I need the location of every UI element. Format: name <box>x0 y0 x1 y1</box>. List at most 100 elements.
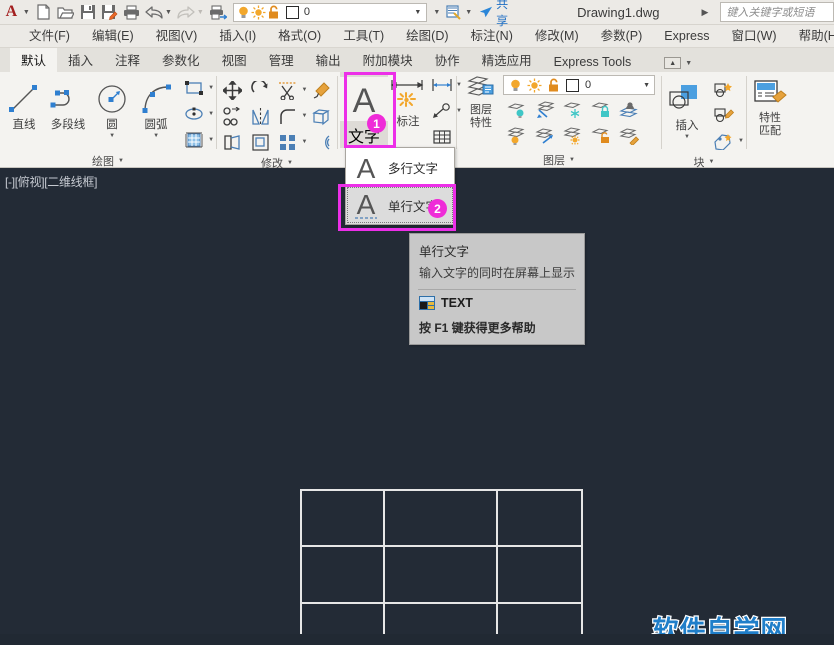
redo-icon[interactable] <box>175 1 197 24</box>
menu-file[interactable]: 文件(F) <box>18 25 81 48</box>
attribute-dropdown-icon[interactable]: ▼ <box>738 138 744 144</box>
layer-unlock-button[interactable] <box>587 123 615 149</box>
layer-on-bulb-icon[interactable] <box>236 5 251 20</box>
insert-block-button[interactable]: 插入 ▼ <box>664 76 710 154</box>
modify-copy-button[interactable] <box>219 103 247 129</box>
layer-unlock-icon[interactable] <box>266 5 281 20</box>
ribbon-minimize-control[interactable]: ▲ ▼ <box>664 57 692 72</box>
redo-dropdown-icon[interactable]: ▼ <box>197 9 204 16</box>
draw-polyline-button[interactable]: 多段线 <box>46 75 90 153</box>
menu-view[interactable]: 视图(V) <box>145 25 209 48</box>
share-button[interactable]: 共享 <box>479 0 517 29</box>
ribbon-minimize-dropdown-icon[interactable]: ▼ <box>685 60 692 67</box>
panel-layers-expand-icon[interactable]: ▼ <box>569 157 575 163</box>
layer-list-dropdown-icon[interactable]: ▼ <box>643 82 654 89</box>
draw-ellipse-button[interactable] <box>180 101 208 127</box>
layer-on-button[interactable] <box>503 97 531 123</box>
search-input[interactable]: 键入关键字或短语 <box>720 2 834 22</box>
dimension-button[interactable]: 标注 <box>388 72 428 152</box>
layer-properties-button[interactable]: 图层 特性 <box>459 74 503 149</box>
plot-icon[interactable] <box>207 1 229 24</box>
new-file-icon[interactable] <box>33 1 55 24</box>
block-attribute-button[interactable] <box>710 128 738 154</box>
text-button[interactable]: A 文字 <box>340 72 388 148</box>
modify-stretch-button[interactable] <box>219 129 247 155</box>
modify-array-button[interactable] <box>274 129 302 155</box>
layer-unlock-icon-2[interactable] <box>546 78 561 93</box>
menu-parametric[interactable]: 参数(P) <box>590 25 654 48</box>
draw-arc-button[interactable]: 圆弧 ▼ <box>134 75 178 153</box>
draw-line-button[interactable]: 直线 <box>2 75 46 153</box>
tab-view[interactable]: 视图 <box>211 48 258 72</box>
menu-express[interactable]: Express <box>653 25 720 48</box>
panel-draw-title[interactable]: 绘图 ▼ <box>0 153 216 169</box>
modify-explode-button[interactable] <box>308 77 336 103</box>
menu-format[interactable]: 格式(O) <box>267 25 332 48</box>
panel-block-expand-icon[interactable]: ▼ <box>709 159 715 165</box>
tab-express-tools[interactable]: Express Tools <box>543 53 643 72</box>
document-tabs-arrow-icon[interactable]: ▶ <box>701 7 708 18</box>
multiline-text-item[interactable]: A 多行文字 <box>346 148 454 186</box>
logo-dropdown-icon[interactable]: ▼ <box>23 9 30 16</box>
tab-collaborate[interactable]: 协作 <box>424 48 471 72</box>
layer-previous-button[interactable] <box>531 97 559 123</box>
create-block-button[interactable] <box>710 76 738 102</box>
modify-scale-button[interactable] <box>247 129 275 155</box>
layer-extra-dropdown-icon[interactable]: ▼ <box>433 9 440 16</box>
menu-help[interactable]: 帮助(H) <box>788 25 834 48</box>
ribbon-minimize-icon[interactable]: ▲ <box>664 57 681 69</box>
chevron-down-icon[interactable]: ▼ <box>414 9 424 16</box>
draw-circle-dropdown-icon[interactable]: ▼ <box>109 133 115 139</box>
menu-edit[interactable]: 编辑(E) <box>81 25 145 48</box>
tab-home[interactable]: 默认 <box>10 48 57 72</box>
tab-output[interactable]: 输出 <box>305 48 352 72</box>
menu-insert[interactable]: 插入(I) <box>208 25 267 48</box>
layer-isolate-button[interactable] <box>531 123 559 149</box>
layer-sun-icon-2[interactable] <box>527 78 542 93</box>
match-properties-button[interactable]: 特性 匹配 <box>749 76 791 152</box>
ellipse-dropdown-icon[interactable]: ▼ <box>208 111 214 117</box>
autocad-logo-icon[interactable]: A <box>0 3 23 21</box>
hatch-dropdown-icon[interactable]: ▼ <box>208 137 214 143</box>
layer-thaw-button[interactable] <box>559 123 587 149</box>
menu-window[interactable]: 窗口(W) <box>720 25 787 48</box>
panel-draw-expand-icon[interactable]: ▼ <box>118 158 124 164</box>
modify-move-button[interactable] <box>219 77 247 103</box>
linear-dimension-button[interactable] <box>428 72 456 98</box>
menu-tools[interactable]: 工具(T) <box>332 25 395 48</box>
panel-modify-expand-icon[interactable]: ▼ <box>287 160 293 166</box>
print-icon[interactable] <box>121 1 143 24</box>
save-icon[interactable] <box>77 1 99 24</box>
modify-3d-button[interactable] <box>308 103 336 129</box>
layer-thaw-sun-icon[interactable] <box>251 5 266 20</box>
layer-off-button[interactable] <box>503 123 531 149</box>
tab-parametric[interactable]: 参数化 <box>151 48 211 72</box>
insert-block-dropdown-icon[interactable]: ▼ <box>684 134 690 140</box>
layer-freeze-button[interactable] <box>559 97 587 123</box>
modify-fillet-button[interactable] <box>274 103 302 129</box>
save-as-icon[interactable] <box>99 1 121 24</box>
modify-rotate-button[interactable] <box>247 77 275 103</box>
rectangle-dropdown-icon[interactable]: ▼ <box>208 85 214 91</box>
draw-hatch-button[interactable] <box>180 127 208 153</box>
workspace-icon[interactable] <box>443 1 465 24</box>
panel-layers-title[interactable]: 图层 ▼ <box>457 152 661 168</box>
menu-modify[interactable]: 修改(M) <box>524 25 590 48</box>
undo-dropdown-icon[interactable]: ▼ <box>165 9 172 16</box>
draw-rectangle-button[interactable] <box>180 75 208 101</box>
leader-button[interactable] <box>428 98 456 124</box>
undo-icon[interactable] <box>143 1 165 24</box>
viewport-label[interactable]: [-][俯视][二维线框] <box>5 173 97 190</box>
tab-annotate[interactable]: 注释 <box>104 48 151 72</box>
layer-merge-button[interactable] <box>615 97 643 123</box>
draw-circle-button[interactable]: 圆 ▼ <box>90 75 134 153</box>
modify-mirror-button[interactable] <box>247 103 275 129</box>
workspace-dropdown-icon[interactable]: ▼ <box>465 9 472 16</box>
draw-arc-dropdown-icon[interactable]: ▼ <box>153 133 159 139</box>
tab-insert[interactable]: 插入 <box>57 48 104 72</box>
edit-block-button[interactable] <box>710 102 738 128</box>
tab-featured-apps[interactable]: 精选应用 <box>471 48 543 72</box>
layer-lock-button[interactable] <box>587 97 615 123</box>
layer-quick-select[interactable]: 0 ▼ <box>233 3 427 22</box>
modify-trim-button[interactable] <box>274 77 302 103</box>
